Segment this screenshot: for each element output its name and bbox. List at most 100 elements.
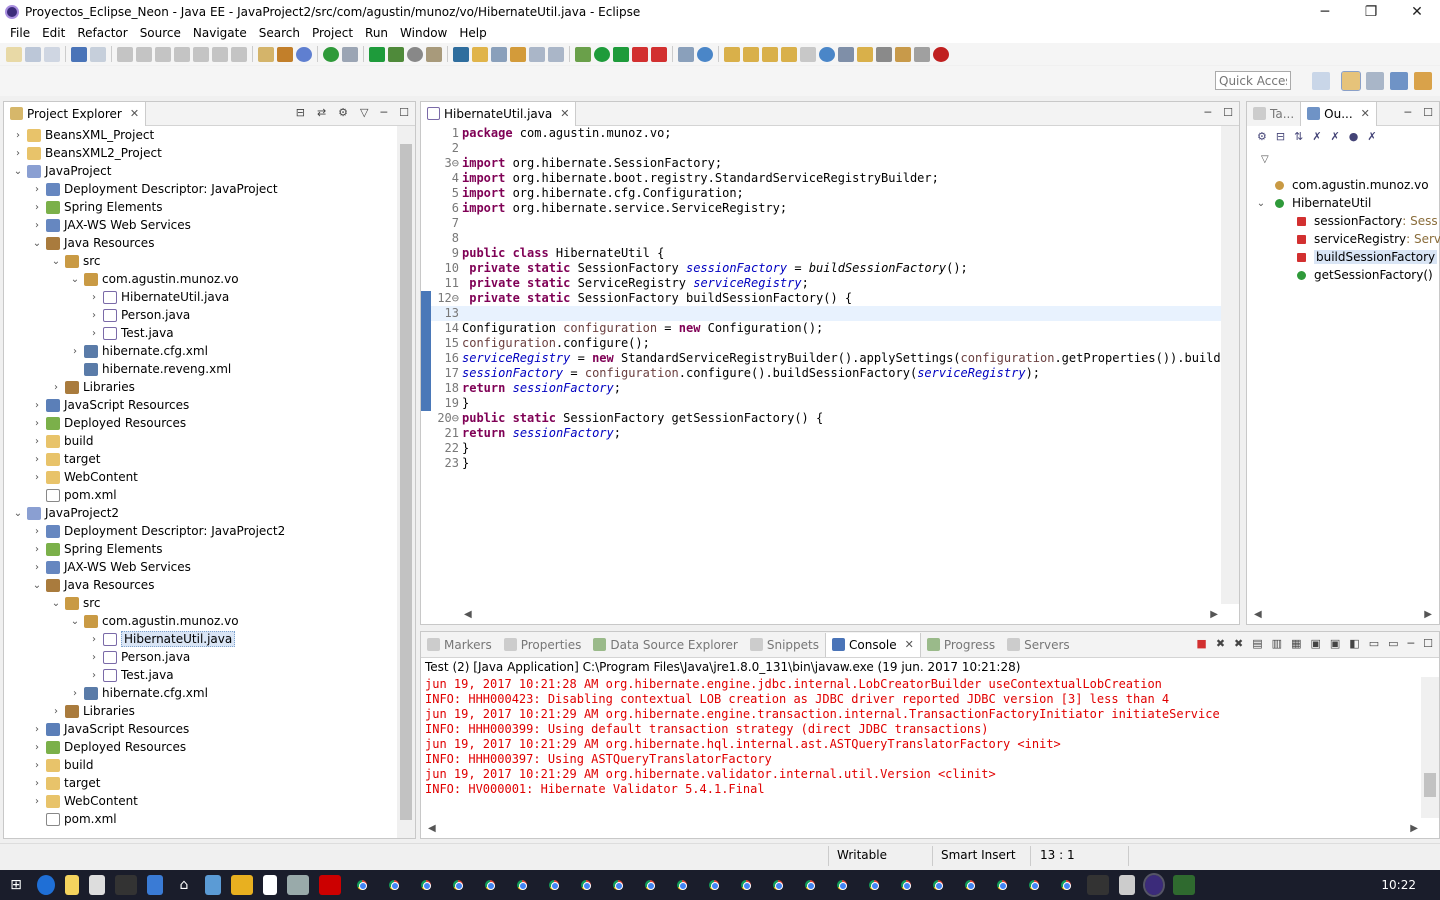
skip-breakpoints-icon[interactable]	[90, 46, 106, 62]
show-stdout-icon[interactable]: ▣	[1310, 637, 1320, 650]
scroll-left-icon[interactable]: ◀	[1254, 609, 1262, 620]
open-console-icon[interactable]: ▭	[1388, 637, 1398, 650]
menu-refactor[interactable]: Refactor	[71, 26, 133, 40]
clear-console-icon[interactable]: ▤	[1252, 637, 1262, 650]
chrome-icon[interactable]	[1056, 875, 1076, 895]
tree-item[interactable]: › target	[4, 774, 397, 792]
tree-item[interactable]: ⌄ JavaProject	[4, 162, 397, 180]
server-start-icon[interactable]	[323, 46, 339, 62]
code-line[interactable]: 23}	[421, 456, 1239, 471]
focus-icon[interactable]: ⚙	[1257, 130, 1267, 143]
link-editor-icon[interactable]: ⇄	[317, 106, 326, 119]
tree-item[interactable]: ⌄ com.agustin.munoz.vo	[4, 270, 397, 288]
globe-icon[interactable]	[819, 46, 835, 62]
chevron-right-icon[interactable]: ›	[31, 436, 43, 447]
word-wrap-icon[interactable]: ▦	[1291, 637, 1301, 650]
scroll-left-icon[interactable]: ◀	[464, 609, 472, 620]
editor-vscrollbar[interactable]	[1221, 126, 1239, 604]
code-line[interactable]: 2	[421, 141, 1239, 156]
outlook-icon[interactable]	[147, 875, 163, 895]
open-type-icon[interactable]	[724, 46, 740, 62]
dreamweaver-icon[interactable]	[1173, 875, 1195, 895]
chrome-icon[interactable]	[576, 875, 596, 895]
windows-start-icon[interactable]: ⊞	[5, 875, 27, 895]
chevron-right-icon[interactable]: ›	[31, 796, 43, 807]
tree-item[interactable]: › WebContent	[4, 468, 397, 486]
show-stderr-icon[interactable]: ▣	[1330, 637, 1340, 650]
code-line[interactable]: 3⊖ import org.hibernate.SessionFactory;	[421, 156, 1239, 171]
code-line[interactable]: 13	[421, 306, 1239, 321]
scroll-left-icon[interactable]: ◀	[428, 823, 436, 834]
chrome-icon[interactable]	[736, 875, 756, 895]
display-console-icon[interactable]: ▭	[1369, 637, 1379, 650]
scroll-lock-icon[interactable]: ▥	[1272, 637, 1282, 650]
next-annotation-icon[interactable]	[838, 46, 854, 62]
chrome-icon[interactable]	[768, 875, 788, 895]
filezilla-icon[interactable]	[319, 875, 341, 895]
chevron-right-icon[interactable]: ›	[31, 454, 43, 465]
tree-item[interactable]: › HibernateUtil.java	[4, 630, 397, 648]
chevron-right-icon[interactable]: ›	[88, 652, 100, 663]
terminate-icon[interactable]: ■	[1196, 637, 1206, 650]
close-icon[interactable]: ✕	[130, 107, 139, 120]
outline-item[interactable]: com.agustin.munoz.vo	[1255, 176, 1439, 194]
outline-hscrollbar[interactable]: ◀ ▶	[1251, 606, 1435, 622]
minimize-button[interactable]: ─	[1302, 0, 1348, 23]
tree-item[interactable]: › Libraries	[4, 702, 397, 720]
tree-item[interactable]: › Deployed Resources	[4, 738, 397, 756]
chrome-icon[interactable]	[640, 875, 660, 895]
chrome-icon[interactable]	[352, 875, 372, 895]
search-tool-icon[interactable]	[491, 46, 507, 62]
run-server-icon[interactable]	[613, 46, 629, 62]
tab-snippets[interactable]: Snippets	[743, 632, 825, 657]
flag-icon[interactable]	[287, 875, 309, 895]
code-line[interactable]: 8	[421, 231, 1239, 246]
pin-icon[interactable]	[800, 46, 816, 62]
minimize-view-icon[interactable]: ─	[1408, 637, 1415, 650]
bug-icon[interactable]	[575, 46, 591, 62]
suspend-icon[interactable]	[136, 46, 152, 62]
chevron-right-icon[interactable]: ›	[31, 742, 43, 753]
chrome-icon[interactable]	[800, 875, 820, 895]
minimize-view-icon[interactable]: ─	[1205, 106, 1212, 119]
tree-item[interactable]: ⌄ Java Resources	[4, 576, 397, 594]
maximize-view-icon[interactable]: ☐	[1423, 637, 1433, 650]
terminate-icon[interactable]	[155, 46, 171, 62]
remove-launch-icon[interactable]: ✖	[1216, 637, 1225, 650]
tab-console[interactable]: Console ✕	[825, 632, 921, 657]
open-resource-icon[interactable]	[743, 46, 759, 62]
outline-item[interactable]: ⌄ HibernateUtil	[1255, 194, 1439, 212]
outline-item[interactable]: sessionFactory : Sess	[1255, 212, 1439, 230]
chevron-right-icon[interactable]: ›	[31, 418, 43, 429]
chrome-icon[interactable]	[448, 875, 468, 895]
tree-item[interactable]: › JAX-WS Web Services	[4, 216, 397, 234]
annotation-icon[interactable]	[472, 46, 488, 62]
tree-item[interactable]: › Spring Elements	[4, 540, 397, 558]
chevron-right-icon[interactable]: ›	[31, 760, 43, 771]
debug-perspective-icon[interactable]	[1366, 72, 1384, 90]
tree-item[interactable]: › Person.java	[4, 648, 397, 666]
hide-static-icon[interactable]: ✗	[1331, 130, 1340, 143]
filter-icon[interactable]: ⚙	[338, 106, 348, 119]
close-icon[interactable]: ✕	[1361, 107, 1370, 120]
chrome-icon[interactable]	[296, 46, 312, 62]
pin-console-icon[interactable]: ◧	[1349, 637, 1359, 650]
menu-run[interactable]: Run	[359, 26, 394, 40]
scroll-right-icon[interactable]: ▶	[1424, 609, 1432, 620]
chevron-right-icon[interactable]: ›	[31, 526, 43, 537]
code-line[interactable]: 21 return sessionFactory;	[421, 426, 1239, 441]
file-explorer-icon[interactable]	[205, 875, 221, 895]
code-line[interactable]: 10 private static SessionFactory session…	[421, 261, 1239, 276]
code-line[interactable]: 16 serviceRegistry = new StandardServiceR…	[421, 351, 1239, 366]
new-icon[interactable]	[6, 46, 22, 62]
chrome-icon[interactable]	[864, 875, 884, 895]
java-perspective-icon[interactable]	[1390, 72, 1408, 90]
chevron-right-icon[interactable]: ›	[69, 346, 81, 357]
chrome-icon[interactable]	[512, 875, 532, 895]
toggle-icon[interactable]	[548, 46, 564, 62]
chevron-down-icon[interactable]: ⌄	[31, 238, 43, 249]
chevron-down-icon[interactable]: ⌄	[1255, 198, 1267, 209]
tree-item[interactable]: › BeansXML2_Project	[4, 144, 397, 162]
chrome-icon[interactable]	[992, 875, 1012, 895]
chevron-right-icon[interactable]: ›	[88, 328, 100, 339]
